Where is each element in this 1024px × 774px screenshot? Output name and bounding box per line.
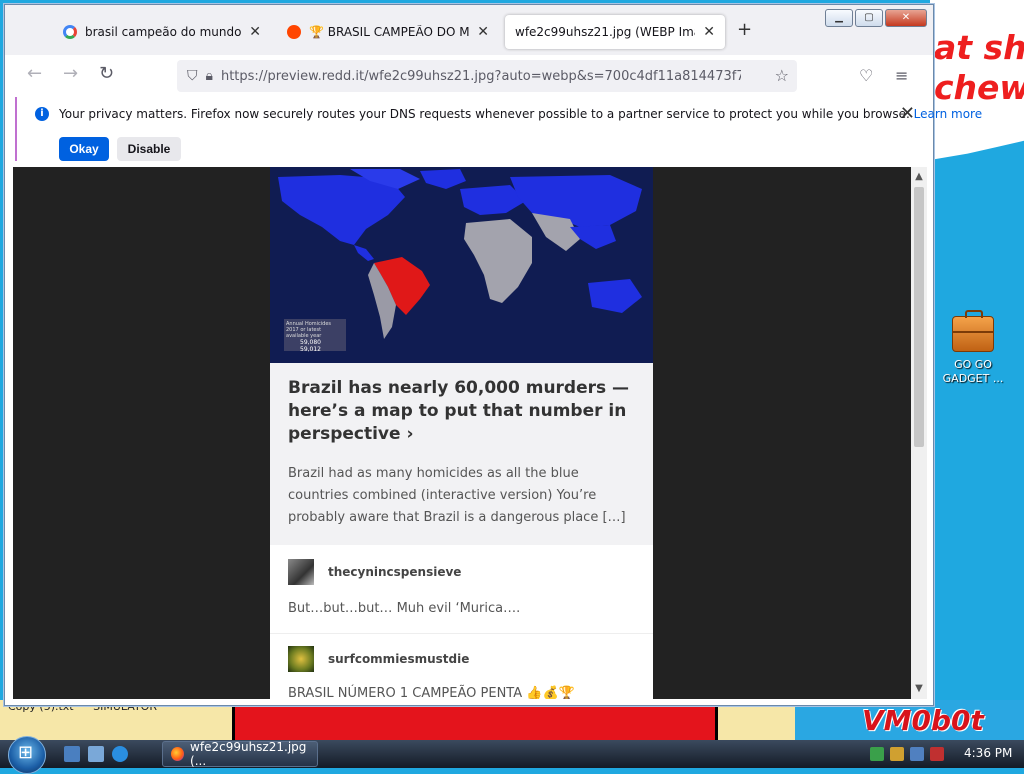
avatar [288,559,314,585]
legend-title: Annual Homicides 2017 or latest availabl… [286,321,332,339]
tray-app-icon[interactable] [890,747,904,761]
firefox-window: brasil campeão do mundo - Go ✕ 🏆 BRASIL … [4,4,982,706]
disable-button[interactable]: Disable [117,137,181,161]
tab-label: 🏆 BRASIL CAMPEÃO DO MU [309,25,470,39]
nav-bar: ← → ↻ ⛉ 🔒︎ https://preview.redd.it/wfe2c… [5,55,933,97]
learn-more-link[interactable]: Learn more [914,107,982,121]
back-icon[interactable]: ← [27,63,42,84]
legend-blue-value: 59,012 [300,346,321,353]
system-tray [870,740,944,768]
window-controls: ▁ ▢ ✕ [825,9,927,27]
clock[interactable]: 4:36 PM [964,746,1012,760]
close-window-button[interactable]: ✕ [885,9,927,27]
taskbar: wfe2c99uhsz21.jpg (... 4:36 PM [0,736,1024,774]
tab-reddit[interactable]: 🏆 BRASIL CAMPEÃO DO MU ✕ [277,15,499,49]
internet-explorer-icon[interactable] [112,746,128,762]
tab-label: wfe2c99uhsz21.jpg (WEBP Image, 38 [515,25,695,39]
comment-username: surfcommiesmustdie [328,652,470,666]
taskbar-button-label: wfe2c99uhsz21.jpg (... [190,740,307,768]
vertical-scrollbar[interactable]: ▲ ▼ [911,167,927,699]
close-tab-icon[interactable]: ✕ [477,24,489,40]
desktop-icon-go-go-gadget[interactable]: GO GO GADGET ... [940,310,1006,386]
displayed-image: Annual Homicides 2017 or latest availabl… [270,167,653,699]
wallpaper-text: at shit chew [934,28,1024,107]
okay-button[interactable]: Okay [59,137,109,161]
chevron-right-icon: › [406,424,414,444]
avatar [288,646,314,672]
headline-text: Brazil has nearly 60,000 murders — here’… [288,378,630,444]
volume-muted-icon[interactable] [930,747,944,761]
minimize-button[interactable]: ▁ [825,9,853,27]
tab-strip: brasil campeão do mundo - Go ✕ 🏆 BRASIL … [5,5,933,55]
comment: surfcommiesmustdie BRASIL NÚMERO 1 CAMPE… [270,633,653,699]
wallpaper-red-block [232,702,718,740]
world-map: Annual Homicides 2017 or latest availabl… [270,167,653,363]
network-icon[interactable] [910,747,924,761]
watermark: VM0b0t [862,704,984,737]
lock-icon[interactable]: 🔒︎ [206,68,213,84]
comment-username: thecynincspensieve [328,565,462,579]
tab-image[interactable]: wfe2c99uhsz21.jpg (WEBP Image, 38 ✕ [505,15,725,49]
reload-icon[interactable]: ↻ [99,63,114,84]
bookmark-star-icon[interactable]: ☆ [775,66,789,85]
image-viewport[interactable]: Annual Homicides 2017 or latest availabl… [13,167,911,699]
notification-text: Your privacy matters. Firefox now secure… [59,107,982,121]
scroll-down-icon[interactable]: ▼ [911,681,927,697]
network-status-icon[interactable] [870,747,884,761]
pocket-icon[interactable]: ♡ [859,66,873,85]
article-headline: Brazil has nearly 60,000 murders — here’… [288,377,638,446]
scroll-up-icon[interactable]: ▲ [911,169,927,185]
article-card: Brazil has nearly 60,000 murders — here’… [270,363,653,545]
notification-message: Your privacy matters. Firefox now secure… [59,107,910,121]
maximize-button[interactable]: ▢ [855,9,883,27]
firefox-icon [171,747,185,761]
start-button[interactable] [8,736,46,774]
tab-label: brasil campeão do mundo - Go [85,25,242,39]
scroll-thumb[interactable] [914,187,924,447]
info-icon: i [35,107,49,121]
switch-windows-icon[interactable] [88,746,104,762]
url-text[interactable]: https://preview.redd.it/wfe2c99uhsz21.jp… [221,69,741,84]
map-legend: Annual Homicides 2017 or latest availabl… [284,319,346,353]
forward-icon[interactable]: → [63,63,78,84]
comment: thecynincspensieve But…but…but… Muh evil… [270,547,653,631]
menu-icon[interactable]: ≡ [895,66,908,85]
taskbar-firefox-button[interactable]: wfe2c99uhsz21.jpg (... [162,740,318,768]
privacy-notification: i Your privacy matters. Firefox now secu… [15,97,982,161]
reddit-icon [287,25,301,39]
shield-icon[interactable]: ⛉ [187,68,198,84]
url-bar[interactable]: ⛉ 🔒︎ https://preview.redd.it/wfe2c99uhsz… [177,60,797,92]
google-icon [63,25,77,39]
article-summary: Brazil had as many homicides as all the … [288,466,626,525]
close-tab-icon[interactable]: ✕ [249,24,261,40]
tab-google-search[interactable]: brasil campeão do mundo - Go ✕ [53,15,271,49]
legend-brazil-value: 59,080 [300,339,321,346]
close-tab-icon[interactable]: ✕ [703,24,715,40]
new-tab-button[interactable]: + [737,19,752,40]
close-notification-icon[interactable]: ✕ [900,103,915,124]
briefcase-icon [952,310,994,352]
show-desktop-icon[interactable] [64,746,80,762]
comment-text: BRASIL NÚMERO 1 CAMPEÃO PENTA 👍💰🏆 [288,686,575,699]
desktop-icon-label: GO GO GADGET ... [942,358,1004,385]
comment-text: But…but…but… Muh evil ‘Murica…. [288,601,521,616]
